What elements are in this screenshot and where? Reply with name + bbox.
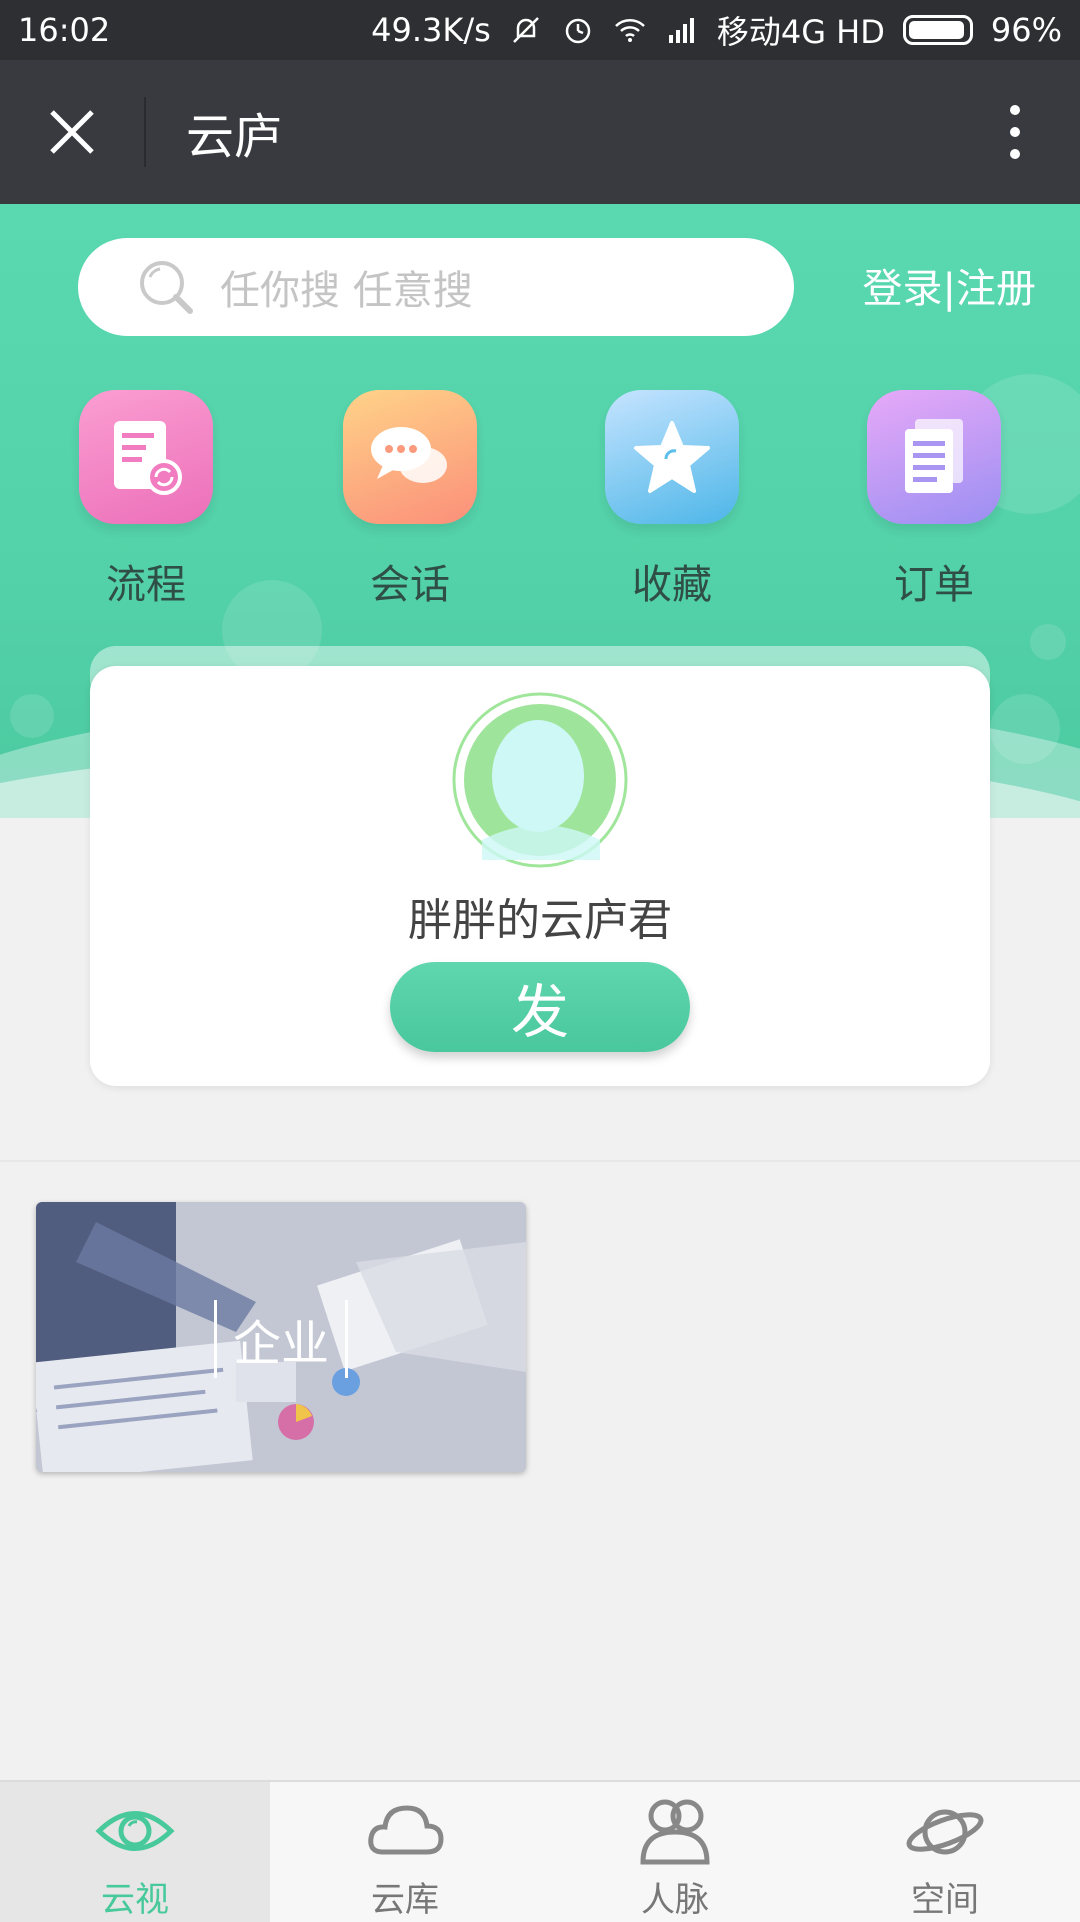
- close-button[interactable]: [0, 60, 144, 204]
- section-divider: [0, 1160, 1080, 1162]
- signal-icon: [668, 18, 694, 43]
- eye-icon: [95, 1811, 175, 1851]
- quick-action-chat[interactable]: 会话: [280, 390, 540, 610]
- alarm-icon: [565, 18, 591, 44]
- cloud-icon: [368, 1805, 444, 1855]
- status-time: 16:02: [18, 11, 111, 49]
- quick-action-orders[interactable]: 订单: [804, 390, 1064, 610]
- quick-action-label: 收藏: [632, 562, 712, 608]
- enterprise-tile[interactable]: 企业: [36, 1202, 526, 1472]
- tab-yunshi[interactable]: 云视: [0, 1782, 270, 1922]
- tab-renmai[interactable]: 人脉: [540, 1782, 810, 1922]
- nav-label: 人脉: [641, 1880, 709, 1920]
- search-input[interactable]: 任你搜 任意搜: [78, 238, 794, 336]
- quick-action-label: 订单: [894, 562, 974, 608]
- nav-label: 云视: [101, 1880, 169, 1920]
- decor-bubble: [10, 694, 54, 738]
- title-bar: 云庐: [0, 60, 1080, 204]
- publish-button[interactable]: 发: [390, 962, 690, 1052]
- login-register-link[interactable]: 登录|注册: [863, 256, 1036, 314]
- planet-icon: [906, 1809, 984, 1855]
- status-indicators: 49.3K/s 移动4G HD 96%: [371, 7, 1062, 53]
- star-icon: [605, 390, 739, 524]
- order-doc-icon: [867, 390, 1001, 524]
- quick-action-label: 会话: [370, 562, 450, 608]
- more-vertical-icon: [1010, 105, 1020, 159]
- close-icon: [50, 110, 94, 154]
- profile-card: 胖胖的云庐君 发: [90, 666, 990, 1086]
- decor-bubble: [1030, 624, 1066, 660]
- tab-yunku[interactable]: 云库: [270, 1782, 540, 1922]
- mute-icon: [512, 17, 539, 43]
- quick-action-favorites[interactable]: 收藏: [542, 390, 802, 610]
- page-title: 云庐: [186, 109, 283, 165]
- nav-label: 空间: [911, 1880, 979, 1920]
- chat-bubbles-icon: [343, 390, 477, 524]
- nav-label: 云库: [371, 1880, 439, 1920]
- avatar[interactable]: [450, 690, 630, 870]
- battery-percent: 96%: [990, 11, 1062, 49]
- status-bar: 16:02 49.3K/s 移动4G HD 96%: [0, 0, 1080, 60]
- wifi-icon: [614, 19, 645, 42]
- title-divider: [144, 97, 146, 167]
- tile-label: 企业: [36, 1300, 526, 1378]
- more-button[interactable]: [950, 60, 1080, 204]
- tile-label-text: 企业: [213, 1300, 348, 1378]
- quick-action-process[interactable]: 流程: [16, 390, 276, 610]
- carrier-label: 移动4G HD: [716, 13, 885, 51]
- quick-action-label: 流程: [106, 562, 186, 608]
- search-icon: [140, 261, 193, 314]
- contacts-icon: [640, 1799, 710, 1865]
- battery-icon: [902, 15, 973, 45]
- network-speed: 49.3K/s: [371, 11, 491, 49]
- search-placeholder: 任你搜 任意搜: [220, 268, 473, 314]
- tab-kongjian[interactable]: 空间: [810, 1782, 1080, 1922]
- username: 胖胖的云庐君: [408, 895, 672, 946]
- bottom-nav: 云视 云库 人脉 空间: [0, 1780, 1080, 1922]
- process-doc-icon: [79, 390, 213, 524]
